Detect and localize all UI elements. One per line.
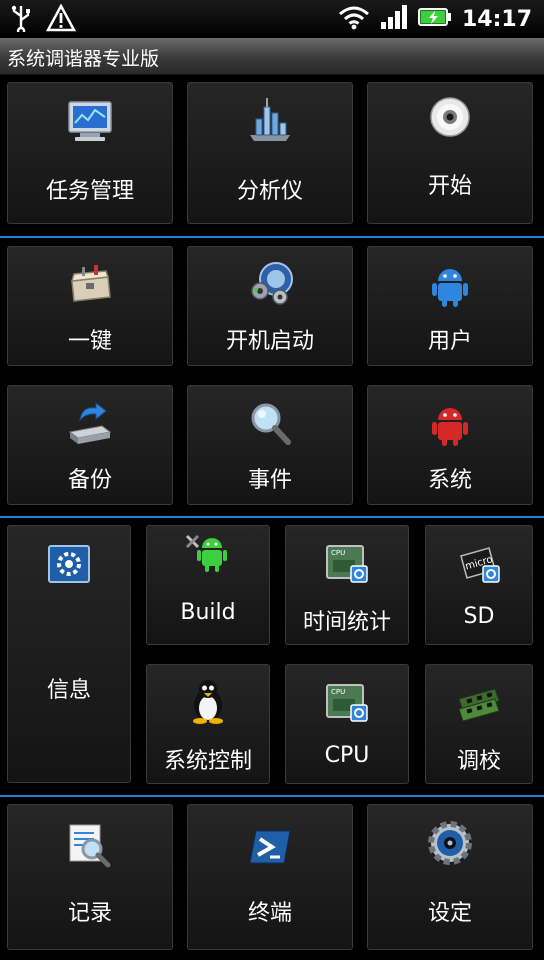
warning-icon [45, 3, 77, 36]
cpu-chip-icon: CPU [323, 679, 371, 727]
system-control-label: 系统控制 [163, 749, 252, 774]
status-bar: 14:17 [0, 0, 544, 38]
build-button[interactable]: Build [146, 525, 270, 645]
analyzer-button[interactable]: 分析仪 [187, 82, 353, 224]
event-button[interactable]: 事件 [187, 385, 353, 505]
boot-start-button[interactable]: 开机启动 [187, 246, 353, 366]
info-label: 信息 [46, 678, 91, 703]
gear-icon [426, 819, 474, 867]
divider [0, 795, 544, 797]
penguin-icon [184, 677, 232, 725]
android-tools-icon [184, 530, 232, 578]
wifi-icon [338, 4, 370, 34]
cpu-label: CPU [324, 743, 370, 768]
clock: 14:17 [461, 6, 532, 32]
settings-window-icon [45, 540, 93, 588]
log-label: 记录 [67, 901, 112, 926]
ram-icon [455, 679, 503, 727]
log-search-icon [66, 821, 114, 869]
magnifier-icon [246, 400, 294, 448]
disc-icon [426, 93, 474, 141]
divider [0, 516, 544, 518]
backup-drive-icon [66, 400, 114, 448]
build-label: Build [180, 600, 236, 625]
time-stats-label: 时间统计 [302, 610, 391, 635]
toolbox-icon [66, 261, 114, 309]
user-label: 用户 [427, 329, 472, 354]
terminal-icon [246, 823, 294, 871]
start-label: 开始 [427, 174, 472, 199]
task-manager-label: 任务管理 [45, 179, 134, 204]
signal-icon [380, 4, 408, 34]
event-label: 事件 [247, 468, 292, 493]
android-red-icon [426, 400, 474, 448]
app-title-bar: 系统调谐器专业版 [0, 38, 544, 75]
battery-charging-icon [417, 6, 452, 32]
cpu-chip-icon: CPU [323, 540, 371, 588]
backup-button[interactable]: 备份 [7, 385, 173, 505]
sd-label: SD [463, 604, 495, 629]
system-control-button[interactable]: 系统控制 [146, 664, 270, 784]
bar-chart-icon [246, 95, 294, 143]
divider [0, 236, 544, 238]
settings-label: 设定 [427, 901, 472, 926]
tuning-button[interactable]: 调校 [425, 664, 533, 784]
terminal-button[interactable]: 终端 [187, 804, 353, 950]
svg-text:CPU: CPU [331, 688, 345, 696]
info-button[interactable]: 信息 [7, 525, 131, 783]
sd-button[interactable]: micro SD [425, 525, 533, 645]
terminal-label: 终端 [247, 901, 292, 926]
time-stats-button[interactable]: CPU 时间统计 [285, 525, 409, 645]
boot-start-label: 开机启动 [225, 329, 314, 354]
task-manager-button[interactable]: 任务管理 [7, 82, 173, 224]
sd-card-icon: micro [455, 540, 503, 588]
system-label: 系统 [427, 468, 472, 493]
app-title: 系统调谐器专业版 [7, 48, 160, 70]
system-button[interactable]: 系统 [367, 385, 533, 505]
android-blue-icon [426, 261, 474, 309]
one-key-button[interactable]: 一键 [7, 246, 173, 366]
svg-text:CPU: CPU [331, 549, 345, 557]
analyzer-label: 分析仪 [236, 179, 303, 204]
log-button[interactable]: 记录 [7, 804, 173, 950]
monitor-icon [66, 97, 114, 145]
tuning-label: 调校 [456, 749, 501, 774]
backup-label: 备份 [67, 468, 112, 493]
cpu-button[interactable]: CPU CPU [285, 664, 409, 784]
user-button[interactable]: 用户 [367, 246, 533, 366]
start-button[interactable]: 开始 [367, 82, 533, 224]
settings-button[interactable]: 设定 [367, 804, 533, 950]
usb-icon [10, 4, 32, 36]
one-key-label: 一键 [67, 329, 112, 354]
gears-icon [246, 259, 294, 307]
